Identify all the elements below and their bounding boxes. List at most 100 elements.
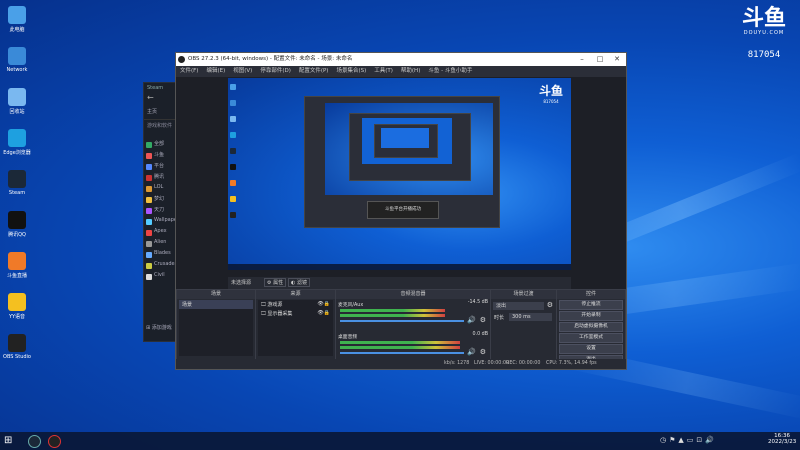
menu-item[interactable]: 停靠部件(D) (260, 66, 291, 77)
menu-item[interactable]: 编辑(E) (206, 66, 225, 77)
nested-obs-2 (349, 113, 471, 181)
control-button-3[interactable]: 工作室模式 (559, 333, 623, 343)
close-button[interactable]: ✕ (609, 53, 625, 66)
control-button-4[interactable]: 设置 (559, 344, 623, 354)
menu-item[interactable]: 文件(F) (180, 66, 198, 77)
audio-mixer-dock: 音频混音器 麦克风/Aux -14.5 dB 🔊 ⚙ 桌面音频 0.0 dB 🔊… (335, 289, 491, 369)
obs-taskbar-icon[interactable] (48, 435, 61, 448)
minimize-button[interactable]: – (574, 53, 590, 66)
desktop-icon-obs[interactable]: OBS Studio (2, 334, 32, 360)
source-label: 游戏源 (267, 302, 283, 308)
volume-slider[interactable] (340, 352, 464, 354)
desktop-icon-label: 此电脑 (9, 27, 25, 33)
desktop-icon-label: OBS Studio (3, 354, 31, 360)
speaker-icon[interactable]: 🔊 (467, 316, 476, 324)
menu-item[interactable]: 斗鱼 - 斗鱼小助手 (428, 66, 472, 77)
nested-obs-3 (374, 124, 438, 158)
nested-canvas-1 (325, 103, 493, 195)
game-icon (146, 230, 152, 236)
game-icon (146, 241, 152, 247)
stream-success-toast: 斗鱼平台开播成功 (367, 201, 439, 219)
desktop-icon-label: Network (6, 67, 28, 73)
steam-add-game[interactable]: ⊞ 添加游戏 (146, 324, 172, 331)
source-item-display[interactable]: 🖵 显示器采集 👁🔒 (258, 309, 333, 318)
douyu-domain: DOUYU.COM (743, 30, 785, 36)
windows-start-icon[interactable]: ⊞ (4, 435, 12, 446)
control-button-0[interactable]: 停止推流 (559, 300, 623, 310)
steam-item-label: 全部 (154, 141, 165, 147)
obs-window[interactable]: OBS 27.2.3 (64-bit, windows) - 配置文件: 未命名… (175, 52, 627, 370)
steam-icon (8, 170, 26, 188)
steam-item-label: Apex (154, 228, 167, 234)
menu-item[interactable]: 工具(T) (374, 66, 393, 77)
menu-item[interactable]: 帮助(H) (401, 66, 420, 77)
gear-icon[interactable]: ⚙ (480, 316, 486, 324)
mixer-channel-mic: 麦克风/Aux -14.5 dB 🔊 ⚙ (338, 300, 488, 330)
control-button-1[interactable]: 开始录制 (559, 311, 623, 321)
source-toolbar: 未选择源 ⚙ 属性 ◐ 滤镜 (228, 277, 571, 289)
desktop-icon-yy[interactable]: YY语音 (2, 293, 32, 320)
source-label: 显示器采集 (267, 311, 293, 317)
level-meter (340, 341, 460, 344)
volume-slider[interactable] (340, 320, 464, 322)
desktop-icon-network[interactable]: Network (2, 47, 32, 73)
desktop-icon-recycle-bin[interactable]: 回收站 (2, 88, 32, 115)
obs-preview-area[interactable]: 斗鱼 817054 斗鱼平台开播成功 未选择源 ⚙ 属性 ◐ 滤镜 (176, 77, 626, 299)
duration-input[interactable]: 300 ms (509, 313, 552, 321)
gear-icon[interactable]: ⚙ (547, 301, 553, 309)
obs-titlebar[interactable]: OBS 27.2.3 (64-bit, windows) - 配置文件: 未命名… (176, 53, 626, 66)
scene-item[interactable]: 场景 (179, 300, 253, 309)
game-icon (146, 142, 152, 148)
preview-computer-icon (230, 84, 236, 90)
taskbar: ⊞ ◷⚑▲▭⊡🔊 16:36 2022/3/23 (0, 432, 800, 450)
sources-list[interactable]: 🖵 游戏源 👁🔒 🖵 显示器采集 👁🔒 (258, 300, 333, 356)
edge-icon (8, 129, 26, 147)
desktop-icon-douyu[interactable]: 斗鱼直播 (2, 252, 32, 279)
preview-network-icon (230, 100, 236, 106)
steam-item-label: 平台 (154, 163, 165, 169)
preview-edge-icon (230, 132, 236, 138)
preview-qq-icon (230, 164, 236, 170)
gear-icon[interactable]: ⚙ (480, 348, 486, 356)
system-tray-icons[interactable]: ◷⚑▲▭⊡🔊 (660, 436, 717, 444)
desktop-icon-label: 斗鱼直播 (6, 273, 27, 279)
desktop-icon-steam[interactable]: Steam (2, 170, 32, 196)
desktop-icon-computer[interactable]: 此电脑 (2, 6, 32, 33)
clock[interactable]: 16:36 2022/3/23 (768, 433, 796, 445)
scenes-header: 场景 (177, 290, 255, 299)
maximize-button[interactable]: □ (592, 53, 608, 66)
speaker-icon[interactable]: 🔊 (467, 348, 476, 356)
game-icon (146, 208, 152, 214)
nested-canvas-2 (362, 118, 452, 164)
desktop-icon-label: Steam (8, 190, 26, 196)
properties-button[interactable]: ⚙ 属性 (264, 278, 287, 287)
desktop-icon-qq[interactable]: 腾讯QQ (2, 211, 32, 238)
source-item-game[interactable]: 🖵 游戏源 👁🔒 (258, 300, 333, 309)
preview-obs-icon (230, 212, 236, 218)
no-source-label: 未选择源 (231, 280, 252, 286)
menu-item[interactable]: 场景集合(S) (336, 66, 366, 77)
steam-taskbar-icon[interactable] (28, 435, 41, 448)
menu-item[interactable]: 配置文件(P) (299, 66, 329, 77)
preview-yy-icon (230, 196, 236, 202)
control-button-2[interactable]: 启动虚拟摄像机 (559, 322, 623, 332)
transitions-dock: 场景过渡 淡出 ⚙ 时长 300 ms (490, 289, 557, 369)
level-meter (340, 309, 446, 312)
desktop-icon-label: YY语音 (8, 314, 26, 320)
channel-db: -14.5 dB (467, 300, 488, 305)
game-icon (146, 252, 152, 258)
game-icon (146, 274, 152, 280)
preview-recycle-bin-icon (230, 116, 236, 122)
transition-select[interactable]: 淡出 (493, 302, 544, 310)
scenes-list[interactable]: 场景 (179, 300, 253, 356)
game-icon (146, 186, 152, 192)
obs-preview-canvas[interactable]: 斗鱼 817054 斗鱼平台开播成功 (228, 78, 571, 270)
nested-obs-1: 斗鱼平台开播成功 (304, 96, 500, 228)
desktop-icon-edge[interactable]: Edge浏览器 (2, 129, 32, 156)
sources-dock: 来源 🖵 游戏源👁🔒 🖵 显示器采集👁🔒 +−⚙∧∨ (255, 289, 336, 369)
filters-label: 滤镜 (296, 280, 307, 286)
menu-item[interactable]: 视图(V) (233, 66, 252, 77)
game-icon (146, 153, 152, 159)
filters-button[interactable]: ◐ 滤镜 (288, 278, 310, 287)
obs-menubar: 文件(F) 编辑(E) 视图(V) 停靠部件(D) 配置文件(P) 场景集合(S) 工具(T… (176, 66, 626, 77)
